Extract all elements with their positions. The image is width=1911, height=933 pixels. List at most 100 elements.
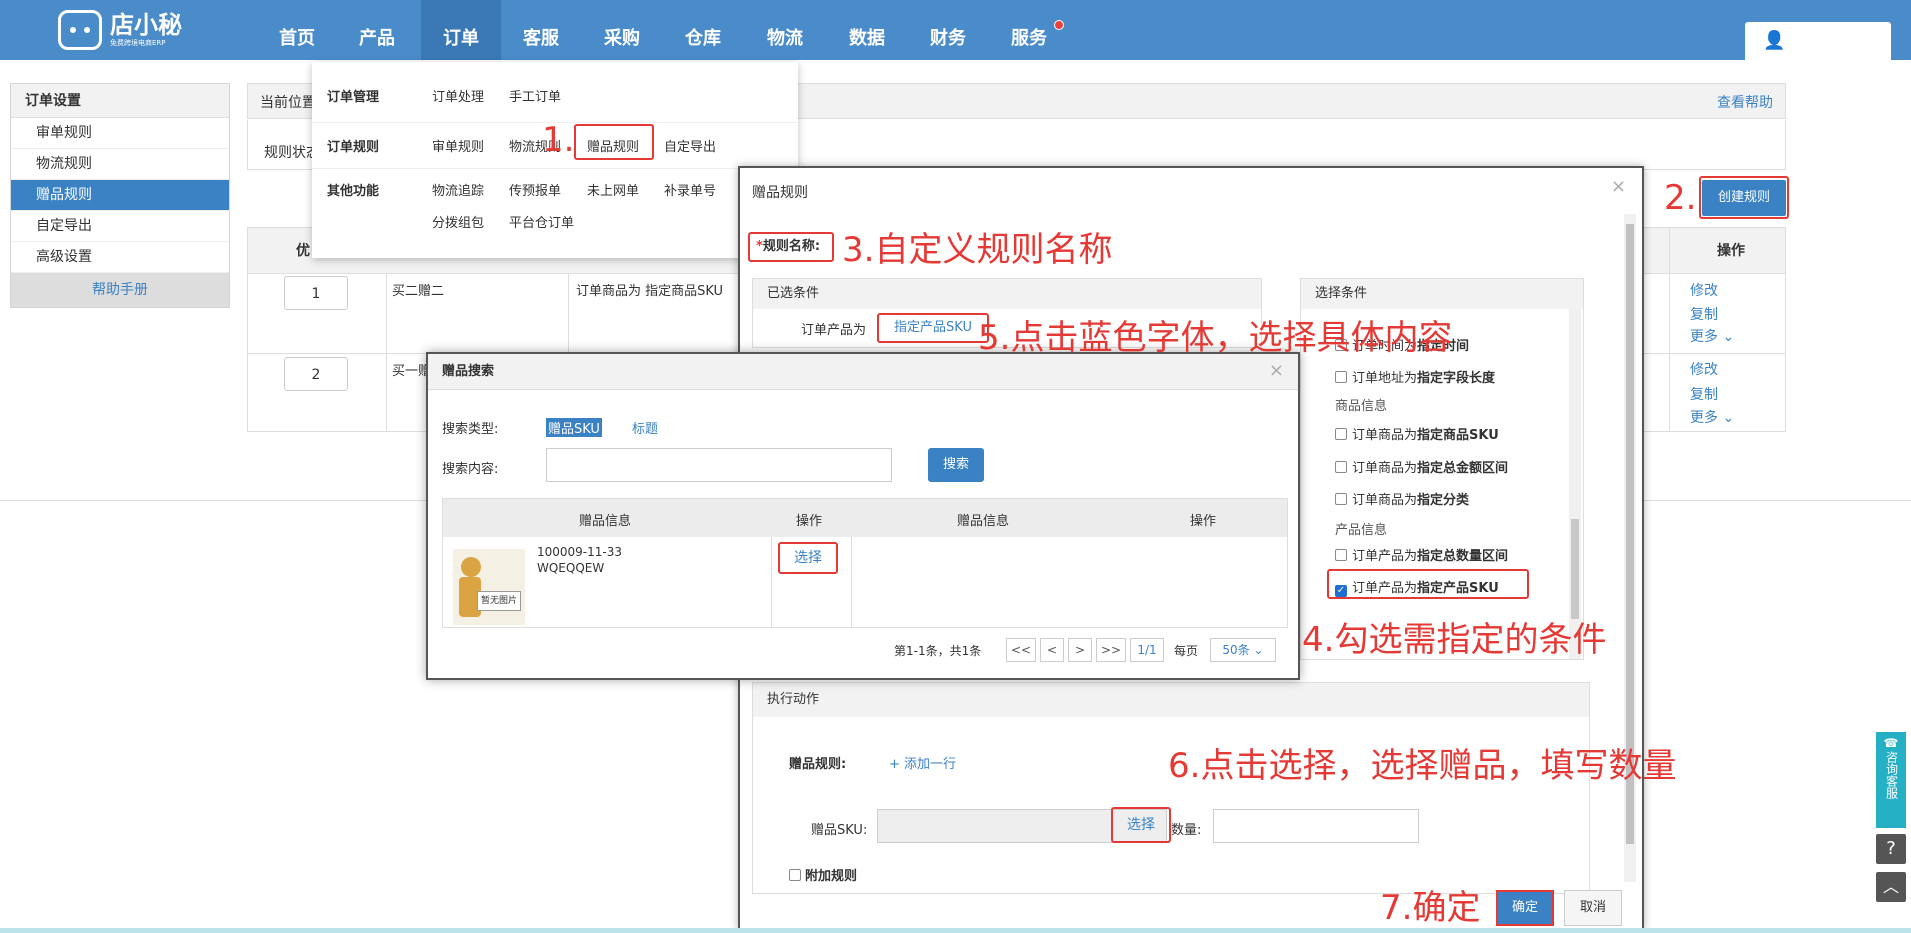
logo[interactable]: 店小秘 免费跨境电商ERP xyxy=(58,6,198,54)
rule-condition: 订单商品为 指定商品SKU xyxy=(576,284,724,299)
item-sku: 100009-11-33 xyxy=(537,545,623,559)
add-row-link[interactable]: + 添加一行 xyxy=(889,753,956,772)
menu-item-review-rule[interactable]: 审单规则 xyxy=(432,136,484,155)
menu-item-custom-export[interactable]: 自定导出 xyxy=(664,136,716,155)
selected-conditions-header: 已选条件 xyxy=(753,279,1261,309)
menu-item-supplement[interactable]: 补录单号 xyxy=(664,180,716,199)
no-image-tag: 暂无图片 xyxy=(477,591,521,611)
nav-logistics[interactable]: 物流 xyxy=(750,0,820,60)
notification-dot xyxy=(1054,20,1064,30)
nav-order[interactable]: 订单 xyxy=(421,0,501,60)
menu-item-offline[interactable]: 未上网单 xyxy=(587,180,639,199)
help-manual-link[interactable]: 帮助手册 xyxy=(11,273,229,307)
priority-input[interactable]: 2 xyxy=(284,357,348,391)
more-link[interactable]: 更多 ⌄ xyxy=(1690,326,1734,346)
menu-item-manual-order[interactable]: 手工订单 xyxy=(509,86,561,105)
extra-rule-checkbox[interactable]: 附加规则 xyxy=(789,865,857,884)
menu-group-order-mgmt: 订单管理 xyxy=(327,90,380,105)
menu-item-forecast[interactable]: 传预报单 xyxy=(509,180,561,199)
logo-text: 店小秘 xyxy=(110,11,182,39)
condition-item[interactable]: 订单产品为指定总数量区间 xyxy=(1335,545,1508,564)
close-icon[interactable]: × xyxy=(1269,360,1284,381)
user-icon: 👤 xyxy=(1763,30,1786,51)
sidebar-item-review[interactable]: 审单规则 xyxy=(11,118,229,149)
cancel-button[interactable]: 取消 xyxy=(1564,890,1622,926)
menu-divider xyxy=(312,168,798,169)
sidebar-item-export[interactable]: 自定导出 xyxy=(11,211,229,242)
sidebar: 订单设置 审单规则 物流规则 赠品规则 自定导出 高级设置 帮助手册 xyxy=(10,83,230,308)
copy-link[interactable]: 复制 xyxy=(1690,384,1718,404)
sidebar-item-gift[interactable]: 赠品规则 xyxy=(11,180,229,211)
edit-link[interactable]: 修改 xyxy=(1690,280,1718,300)
search-content-label: 搜索内容: xyxy=(442,462,499,477)
col-operation: 操作 xyxy=(1717,243,1745,259)
condition-item-checked[interactable]: ✓ 订单产品为指定产品SKU xyxy=(1335,577,1499,597)
help-link[interactable]: 查看帮助 xyxy=(1717,92,1773,112)
col-divider xyxy=(1669,227,1670,431)
priority-input[interactable]: 1 xyxy=(284,276,348,310)
annotation-step7: 7.确定 xyxy=(1380,888,1481,928)
sidebar-header: 订单设置 xyxy=(11,84,229,118)
quantity-input[interactable] xyxy=(1213,809,1419,843)
consult-support-button[interactable]: ☎ 咨询客服 xyxy=(1876,732,1906,828)
menu-item-order-process[interactable]: 订单处理 xyxy=(432,86,484,105)
back-to-top-icon[interactable]: ︿ xyxy=(1876,872,1906,902)
condition-item[interactable]: 订单地址为指定字段长度 xyxy=(1335,367,1495,386)
help-icon[interactable]: ? xyxy=(1876,834,1906,864)
condition-item[interactable]: 订单商品为指定分类 xyxy=(1335,489,1469,508)
chat-icon: ☎ xyxy=(1883,736,1899,750)
select-item-button[interactable]: 选择 xyxy=(778,542,838,574)
nav-warehouse[interactable]: 仓库 xyxy=(668,0,738,60)
rule-name: 买二赠二 xyxy=(392,284,445,299)
nav-finance[interactable]: 财务 xyxy=(913,0,983,60)
pager-summary: 第1-1条，共1条 xyxy=(894,644,982,658)
create-rule-button[interactable]: 创建规则 xyxy=(1702,180,1786,216)
sidebar-item-advanced[interactable]: 高级设置 xyxy=(11,242,229,273)
sidebar-item-logistics[interactable]: 物流规则 xyxy=(11,149,229,180)
more-link[interactable]: 更多 ⌄ xyxy=(1690,407,1734,427)
nav-services[interactable]: 服务 xyxy=(994,0,1064,60)
pager-per-select[interactable]: 50条 ⌄ xyxy=(1210,638,1276,662)
condition-item[interactable]: 订单商品为指定总金额区间 xyxy=(1335,457,1508,476)
nav-home[interactable]: 首页 xyxy=(262,0,332,60)
action-header: 执行动作 xyxy=(753,683,1589,717)
confirm-button[interactable]: 确定 xyxy=(1496,890,1554,926)
condition-item[interactable]: 订单商品为指定商品SKU xyxy=(1335,424,1499,443)
search-input[interactable] xyxy=(546,448,892,482)
action-panel: 执行动作 赠品规则: + 添加一行 赠品SKU: 选择 数量: 附加规则 xyxy=(752,682,1590,894)
col-divider xyxy=(386,273,387,431)
quantity-label: 数量: xyxy=(1171,823,1202,838)
pager-page: 1/1 xyxy=(1130,638,1164,662)
col-priority: 优 xyxy=(296,243,310,259)
nav-purchase[interactable]: 采购 xyxy=(587,0,657,60)
menu-item-split-pack[interactable]: 分拨组包 xyxy=(432,212,484,231)
search-dialog-title: 赠品搜索 xyxy=(428,354,1298,390)
pager-last[interactable]: >> xyxy=(1096,638,1126,662)
gift-rule-label: 赠品规则: xyxy=(789,757,847,772)
annotation-step1: 1. xyxy=(542,120,575,160)
close-icon[interactable]: × xyxy=(1611,176,1626,197)
copy-link[interactable]: 复制 xyxy=(1690,304,1718,324)
consult-label: 咨询客服 xyxy=(1884,751,1899,799)
menu-item-gift-rule[interactable]: 赠品规则 xyxy=(587,136,639,155)
item-title: WQEQQEW xyxy=(537,561,605,575)
search-results-table: 赠品信息 操作 赠品信息 操作 暂无图片 100009-11-33 WQEQQE… xyxy=(442,498,1288,628)
user-menu[interactable]: 👤 xyxy=(1745,22,1891,60)
pager-next[interactable]: > xyxy=(1068,638,1092,662)
pager-first[interactable]: << xyxy=(1006,638,1036,662)
menu-group-order-rules: 订单规则 xyxy=(327,140,380,155)
condition-scrollbar[interactable] xyxy=(1569,309,1581,659)
menu-item-tracking[interactable]: 物流追踪 xyxy=(432,180,484,199)
search-button[interactable]: 搜索 xyxy=(928,448,984,482)
product-sku-link[interactable]: 指定产品SKU xyxy=(877,313,989,343)
edit-link[interactable]: 修改 xyxy=(1690,359,1718,379)
search-type-title[interactable]: 标题 xyxy=(632,418,658,437)
select-gift-button[interactable]: 选择 xyxy=(1111,807,1171,843)
nav-service[interactable]: 客服 xyxy=(506,0,576,60)
search-results-header: 赠品信息 操作 赠品信息 操作 xyxy=(443,499,1287,537)
nav-product[interactable]: 产品 xyxy=(342,0,412,60)
menu-item-platform-warehouse[interactable]: 平台仓订单 xyxy=(509,212,574,231)
nav-data[interactable]: 数据 xyxy=(832,0,902,60)
pager-prev[interactable]: < xyxy=(1040,638,1064,662)
search-type-sku[interactable]: 赠品SKU xyxy=(546,418,602,437)
